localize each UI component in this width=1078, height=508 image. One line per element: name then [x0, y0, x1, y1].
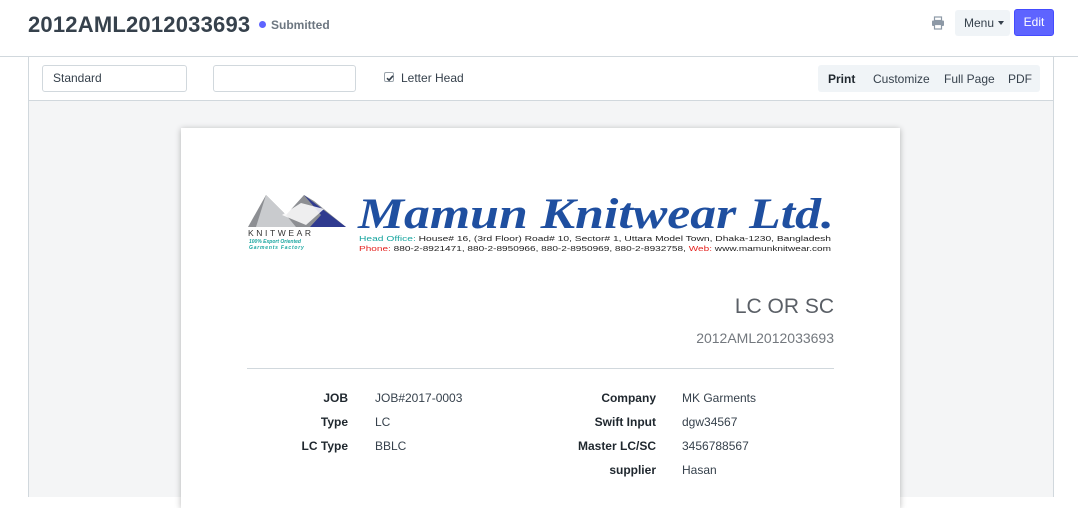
field-value-master-lc: 3456788567: [682, 439, 749, 453]
page-title: 2012AML2012033693: [28, 12, 251, 37]
pdf-button[interactable]: PDF: [1008, 72, 1032, 86]
page-header: 2012AML2012033693 Submitted Menu Edit: [0, 0, 1078, 57]
caret-down-icon: [998, 21, 1005, 25]
full-page-button[interactable]: Full Page: [944, 72, 995, 86]
menu-button[interactable]: Menu: [955, 10, 1010, 36]
status-indicator: Submitted: [259, 18, 330, 32]
logo-wordmark: KNITWEAR: [248, 228, 314, 238]
letter-head-checkbox[interactable]: [384, 72, 394, 82]
document-subheading: 2012AML2012033693: [696, 330, 834, 346]
customize-button[interactable]: Customize: [873, 72, 930, 86]
web-label: Web:: [689, 244, 712, 253]
checkmark-icon: [386, 75, 394, 82]
print-preview-frame: Standard Letter Head Print Customize Ful…: [28, 57, 1054, 508]
menu-button-label: Menu: [964, 16, 995, 30]
field-value-lc-type: BBLC: [375, 439, 407, 453]
field-value-company: MK Garments: [682, 391, 757, 405]
heading-divider: [247, 368, 834, 369]
print-format-select[interactable]: Standard: [42, 65, 187, 92]
field-label-type: Type: [320, 415, 348, 429]
web-address: www.mamunknitwear.com: [713, 244, 831, 253]
field-label-master-lc: Master LC/SC: [577, 439, 656, 453]
field-label-swift-input: Swift Input: [594, 415, 656, 429]
phone-numbers: 880-2-8921471, 880-2-8950966, 880-2-8950…: [394, 244, 686, 253]
print-button[interactable]: Print: [828, 72, 855, 86]
field-label-supplier: supplier: [609, 463, 656, 477]
head-office-address: House# 16, (3rd Floor) Road# 10, Sector#…: [419, 234, 831, 243]
field-value-swift-input: dgw34567: [682, 415, 738, 429]
field-value-type: LC: [375, 415, 391, 429]
print-page: KNITWEAR 100% Export Oriented Garments F…: [181, 128, 900, 508]
head-office-label: Head Office:: [359, 234, 416, 243]
status-label: Submitted: [271, 18, 330, 32]
edit-button[interactable]: Edit: [1014, 9, 1054, 36]
print-toolbar: Standard Letter Head Print Customize Ful…: [29, 57, 1053, 101]
company-name: Mamun Knitwear Ltd.: [357, 191, 834, 238]
field-label-company: Company: [601, 391, 656, 405]
contact-line: Phone: 880-2-8921471, 880-2-8950966, 880…: [359, 244, 831, 253]
field-label-lc-type: LC Type: [301, 439, 348, 453]
logo-tagline-2: Garments Factory: [249, 245, 305, 251]
printer-icon[interactable]: [931, 16, 945, 30]
status-dot-icon: [259, 21, 266, 28]
field-value-job: JOB#2017-0003: [375, 391, 463, 405]
company-logo-icon: [248, 195, 346, 227]
head-office-line: Head Office: House# 16, (3rd Floor) Road…: [359, 234, 831, 243]
print-actions: Print Customize Full Page PDF: [818, 65, 1040, 92]
document-heading: LC OR SC: [734, 295, 834, 318]
letter-head-label: Letter Head: [401, 71, 464, 85]
company-letterhead: KNITWEAR 100% Export Oriented Garments F…: [248, 191, 834, 253]
field-value-supplier: Hasan: [682, 463, 717, 477]
field-label-job: JOB: [323, 391, 348, 405]
phone-label: Phone:: [359, 244, 391, 253]
language-select[interactable]: [213, 65, 356, 92]
